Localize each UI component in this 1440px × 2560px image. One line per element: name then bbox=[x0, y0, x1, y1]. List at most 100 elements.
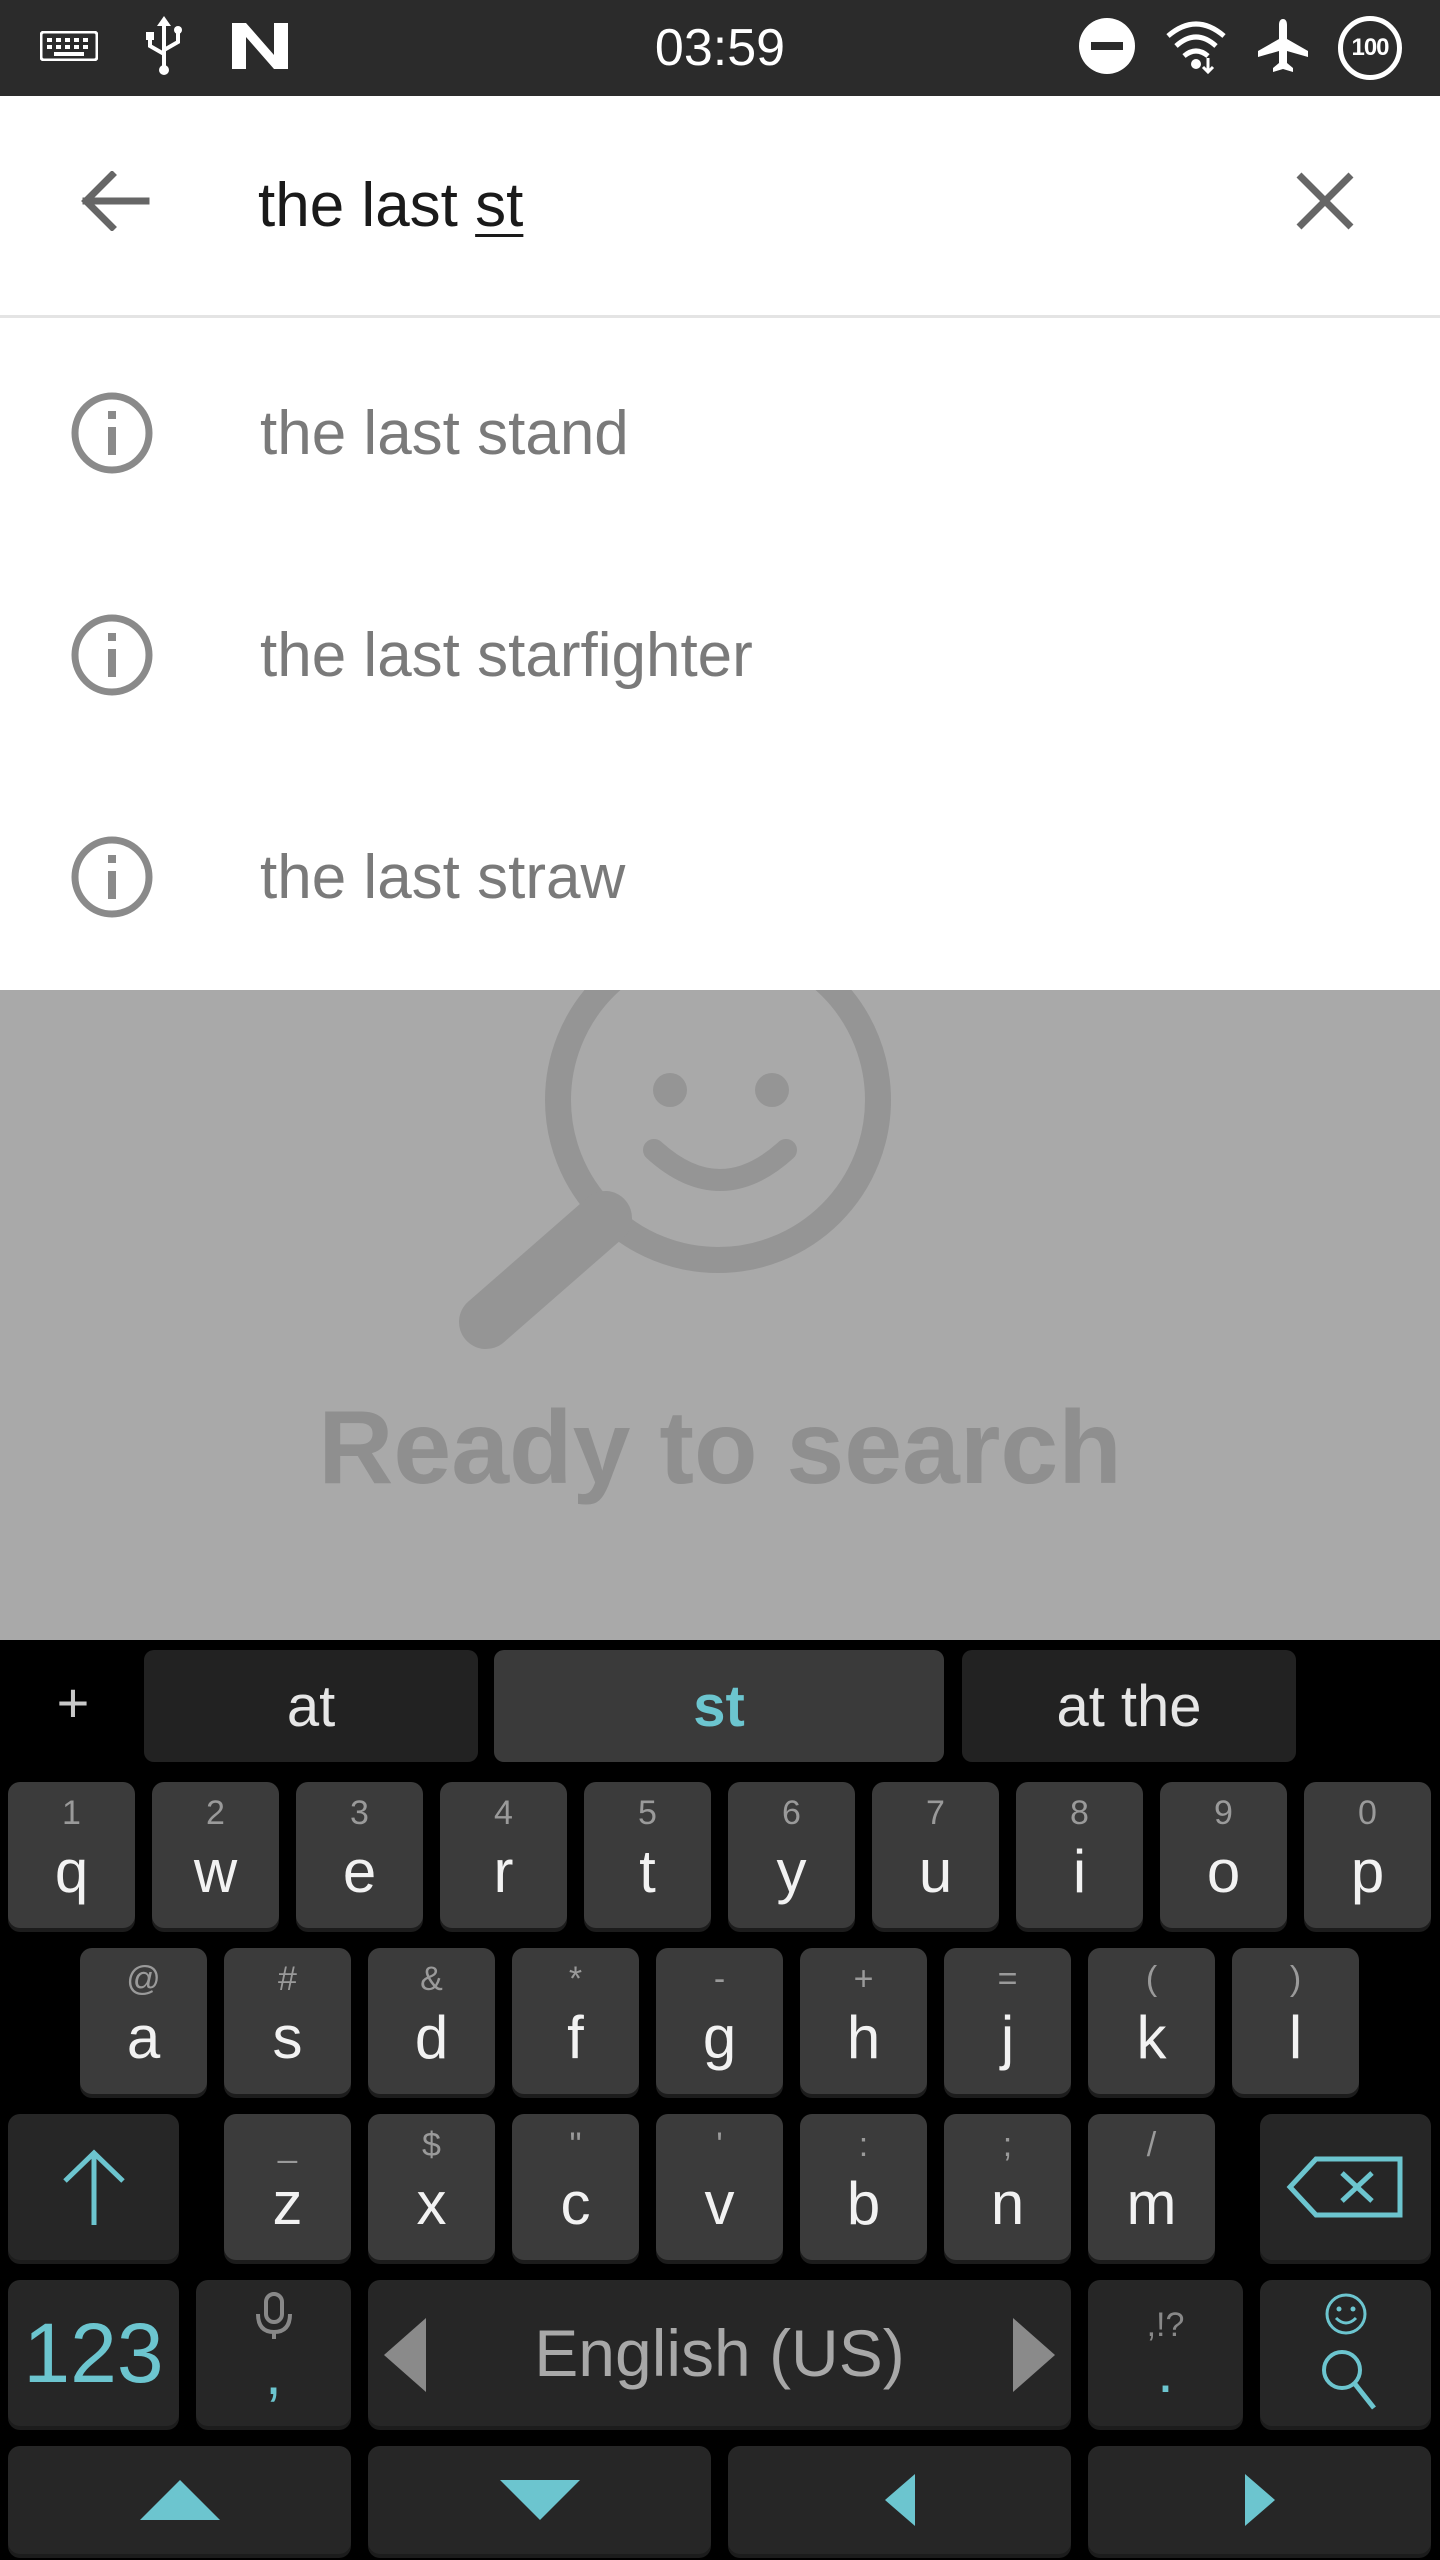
key-i[interactable]: 8i bbox=[1016, 1782, 1143, 1928]
key-label: l bbox=[1288, 2004, 1303, 2071]
key-label: u bbox=[918, 1838, 953, 1905]
keyboard-add-button[interactable]: + bbox=[38, 1668, 108, 1738]
key-hint: $ bbox=[422, 2126, 441, 2164]
language-right-icon bbox=[1013, 2318, 1055, 2392]
emoji-search-key[interactable] bbox=[1260, 2280, 1431, 2426]
key-hint: ( bbox=[1145, 1960, 1158, 1998]
key-label: h bbox=[846, 2004, 881, 2071]
key-h[interactable]: + h bbox=[800, 1948, 927, 2094]
key-j[interactable]: = j bbox=[944, 1948, 1071, 2094]
key-hint: 1 bbox=[62, 1794, 81, 1832]
key-n[interactable]: ; n bbox=[944, 2114, 1071, 2260]
key-b[interactable]: :b bbox=[800, 2114, 927, 2260]
space-key[interactable]: English (US) bbox=[368, 2280, 1071, 2426]
soft-keyboard: + at st at the 1q 2w 3e 4r 5t 6y 7u 8i 9… bbox=[0, 1640, 1440, 2560]
search-icon bbox=[1322, 2350, 1376, 2410]
key-d[interactable]: & d bbox=[368, 1948, 495, 2094]
numbers-key-label: 123 bbox=[23, 2305, 164, 2400]
key-hint: - bbox=[713, 1960, 726, 1998]
search-input[interactable]: the last st bbox=[258, 166, 523, 246]
close-icon bbox=[1296, 172, 1354, 230]
key-hint: 7 bbox=[926, 1794, 945, 1832]
keyboard-suggestion[interactable]: at bbox=[144, 1650, 478, 1762]
suggestion-list: the last stand the last starfighter the … bbox=[0, 318, 1440, 990]
key-label: w bbox=[193, 1838, 238, 1905]
key-x[interactable]: $ x bbox=[368, 2114, 495, 2260]
keyboard-suggestion[interactable]: at the bbox=[962, 1650, 1296, 1762]
key-c[interactable]: " c bbox=[512, 2114, 639, 2260]
key-label: p bbox=[1350, 1838, 1385, 1905]
suggestion-label: the last straw bbox=[260, 843, 626, 912]
key-z[interactable]: _ z bbox=[224, 2114, 351, 2260]
key-hint: + bbox=[853, 1960, 874, 1998]
keyboard-suggestion-primary[interactable]: st bbox=[494, 1650, 944, 1762]
do-not-disturb-icon bbox=[1078, 17, 1136, 80]
key-label: q bbox=[54, 1838, 89, 1905]
key-hint: 9 bbox=[1214, 1794, 1233, 1832]
clear-button[interactable] bbox=[1270, 146, 1380, 256]
arrow-up-icon bbox=[139, 2480, 220, 2520]
key-label: b bbox=[846, 2170, 881, 2237]
key-o[interactable]: 9o bbox=[1160, 1782, 1287, 1928]
key-v[interactable]: ' v bbox=[656, 2114, 783, 2260]
back-button[interactable] bbox=[60, 146, 170, 256]
arrow-back-icon bbox=[81, 171, 150, 231]
key-hint: : bbox=[858, 2126, 869, 2164]
arrow-right-key[interactable] bbox=[1088, 2446, 1431, 2554]
backspace-icon bbox=[1286, 2156, 1402, 2218]
suggestion-item[interactable]: the last stand bbox=[0, 318, 1440, 540]
info-icon bbox=[71, 392, 153, 474]
shift-arrow-icon bbox=[62, 2149, 125, 2225]
key-hint: 2 bbox=[206, 1794, 225, 1832]
key-hint: 3 bbox=[350, 1794, 369, 1832]
key-q[interactable]: 1q bbox=[8, 1782, 135, 1928]
comma-key[interactable]: , bbox=[196, 2280, 351, 2426]
key-w[interactable]: 2w bbox=[152, 1782, 279, 1928]
key-hint: & bbox=[420, 1960, 443, 1998]
key-hint: 5 bbox=[638, 1794, 657, 1832]
key-hint: 4 bbox=[494, 1794, 513, 1832]
arrow-up-key[interactable] bbox=[8, 2446, 351, 2554]
airplane-mode-icon bbox=[1256, 17, 1310, 80]
key-label: k bbox=[1136, 2004, 1167, 2071]
space-key-label: English (US) bbox=[534, 2316, 905, 2390]
shift-key[interactable] bbox=[8, 2114, 179, 2260]
key-l[interactable]: ) l bbox=[1232, 1948, 1359, 2094]
key-hint: _ bbox=[278, 2126, 297, 2164]
key-g[interactable]: -g bbox=[656, 1948, 783, 2094]
key-hint: 6 bbox=[782, 1794, 801, 1832]
arrow-left-key[interactable] bbox=[728, 2446, 1071, 2554]
key-u[interactable]: 7u bbox=[872, 1782, 999, 1928]
numbers-key[interactable]: 123 bbox=[8, 2280, 179, 2426]
key-label: t bbox=[639, 1838, 656, 1905]
key-s[interactable]: # s bbox=[224, 1948, 351, 2094]
key-hint: * bbox=[568, 1960, 583, 1998]
emoji-icon bbox=[1325, 2293, 1367, 2335]
key-m[interactable]: / m bbox=[1088, 2114, 1215, 2260]
key-p[interactable]: 0p bbox=[1304, 1782, 1431, 1928]
key-t[interactable]: 5t bbox=[584, 1782, 711, 1928]
key-a[interactable]: @ a bbox=[80, 1948, 207, 2094]
smiley-magnifier-icon bbox=[459, 990, 891, 1349]
key-label: f bbox=[567, 2004, 584, 2071]
search-query-typed: st bbox=[475, 171, 524, 240]
arrow-down-key[interactable] bbox=[368, 2446, 711, 2554]
key-hint: # bbox=[278, 1960, 297, 1998]
search-bar: the last st bbox=[0, 96, 1440, 318]
key-r[interactable]: 4r bbox=[440, 1782, 567, 1928]
key-hint: ) bbox=[1289, 1960, 1302, 1998]
comma-label: , bbox=[265, 2340, 282, 2407]
suggestion-item[interactable]: the last straw bbox=[0, 762, 1440, 984]
suggestion-item[interactable]: the last starfighter bbox=[0, 540, 1440, 762]
period-key[interactable]: ,!? . bbox=[1088, 2280, 1243, 2426]
key-f[interactable]: * f bbox=[512, 1948, 639, 2094]
key-hint: 0 bbox=[1358, 1794, 1377, 1832]
key-e[interactable]: 3e bbox=[296, 1782, 423, 1928]
key-k[interactable]: (k bbox=[1088, 1948, 1215, 2094]
key-hint: @ bbox=[126, 1960, 161, 1998]
key-label: v bbox=[704, 2170, 735, 2237]
backspace-key[interactable] bbox=[1260, 2114, 1431, 2260]
empty-state: Ready to search bbox=[0, 990, 1440, 1640]
period-label: . bbox=[1157, 2338, 1174, 2405]
key-y[interactable]: 6y bbox=[728, 1782, 855, 1928]
